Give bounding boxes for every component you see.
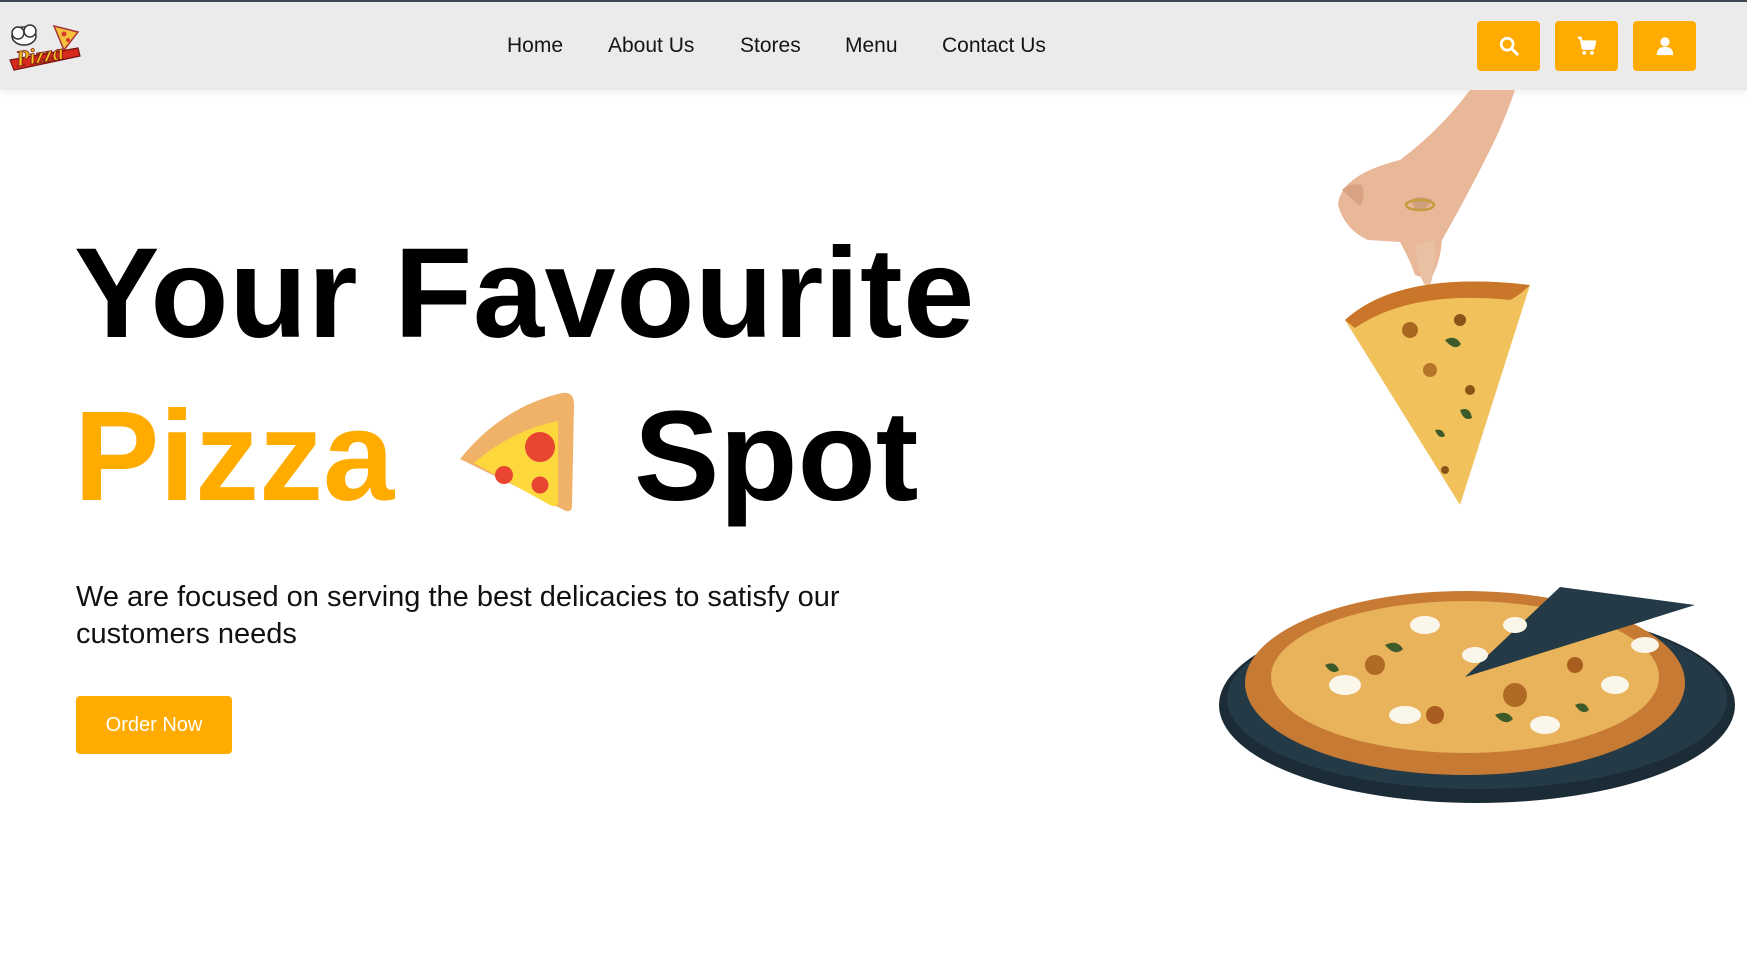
search-icon [1499,36,1519,56]
pizza-slice-icon [460,392,574,512]
order-now-button[interactable]: Order Now [76,696,232,754]
search-button[interactable] [1477,21,1540,71]
hero-title-line1: Your Favourite [74,222,975,365]
hero-title-spot: Spot [634,385,919,528]
user-icon [1656,37,1673,56]
nav-link-contact-us[interactable]: Contact Us [942,34,1046,58]
nav-link-menu[interactable]: Menu [845,34,898,58]
cart-icon [1577,36,1596,55]
hero-title-pizza: Pizza [74,385,395,528]
hero-title-line2: Pizza Spot [74,393,974,533]
hand-with-pizza-slice-image [1338,90,1530,505]
nav-link-home[interactable]: Home [507,34,563,58]
user-button[interactable] [1633,21,1696,71]
nav-link-about-us[interactable]: About Us [608,34,694,58]
hero-subtitle: We are focused on serving the best delic… [76,581,840,650]
navbar: Pizza Home About Us Stores Menu Contact … [0,2,1747,90]
pizza-on-plate-image [1219,587,1735,803]
nav-link-stores[interactable]: Stores [740,34,801,58]
cart-button[interactable] [1555,21,1618,71]
